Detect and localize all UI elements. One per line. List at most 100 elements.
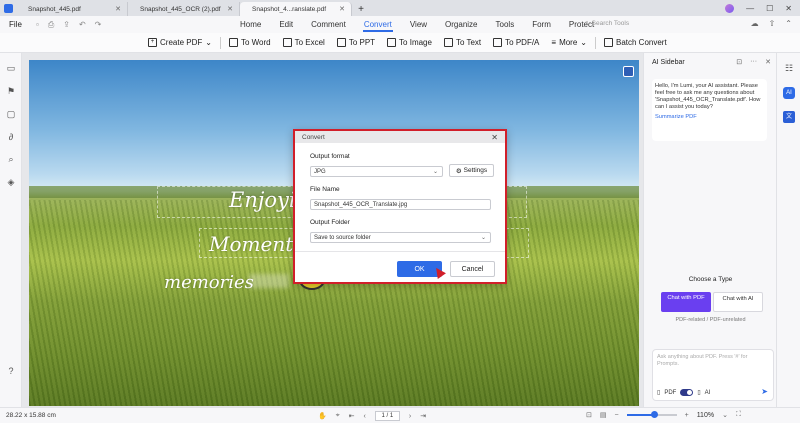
- output-format-select[interactable]: JPG ⌄: [310, 166, 443, 177]
- settings-button[interactable]: ⚙ Settings: [449, 164, 494, 177]
- tab-document-2[interactable]: Snapshot_445_OCR (2).pdf ✕: [128, 2, 240, 16]
- share-icon[interactable]: ⇪: [63, 20, 70, 30]
- fullscreen-icon[interactable]: ⛶: [736, 411, 741, 419]
- more-options-icon[interactable]: ···: [750, 58, 757, 66]
- search-tools[interactable]: ⌕ Search Tools: [585, 19, 629, 27]
- menu-convert[interactable]: Convert: [355, 16, 401, 33]
- ai-greeting-message: Hello, I'm Lumi, your AI assistant. Plea…: [652, 79, 767, 141]
- ask-input-box[interactable]: Ask anything about PDF. Press '#' for Pr…: [652, 349, 774, 401]
- zoom-out-icon[interactable]: −: [615, 412, 619, 419]
- first-page-icon[interactable]: ⇤: [349, 412, 355, 420]
- translate-icon[interactable]: 文: [783, 111, 795, 123]
- attachment-icon[interactable]: ∂: [6, 132, 16, 142]
- document-viewer[interactable]: Enjoyin Moments memories Convert ✕ Outpu…: [22, 53, 643, 407]
- chevron-down-icon[interactable]: ⌄: [722, 411, 728, 419]
- ai-assistant-icon[interactable]: AI: [783, 87, 795, 99]
- fit-page-icon[interactable]: ⊡: [586, 411, 592, 419]
- to-text-button[interactable]: To Text: [438, 35, 487, 51]
- more-button[interactable]: ≡ More ⌄: [545, 35, 593, 51]
- chat-with-pdf-button[interactable]: Chat with PDF: [661, 292, 711, 312]
- avatar[interactable]: [725, 3, 735, 13]
- to-pdfa-label: To PDF/A: [505, 38, 540, 47]
- save-icon[interactable]: ▫: [36, 20, 39, 30]
- collapse-icon[interactable]: ⌃: [785, 19, 792, 28]
- new-tab-button[interactable]: +: [352, 2, 370, 16]
- close-window-icon[interactable]: ✕: [785, 4, 792, 13]
- menu-organize[interactable]: Organize: [436, 16, 486, 33]
- file-name-field[interactable]: Snapshot_445_OCR_Translate.jpg: [310, 199, 491, 210]
- file-menu[interactable]: File: [0, 20, 30, 29]
- print-icon[interactable]: ⎙: [48, 20, 54, 30]
- page-thumbnails-icon[interactable]: ▭: [6, 63, 16, 73]
- summarize-pdf-link[interactable]: Summarize PDF: [655, 114, 764, 121]
- page-text-line-2: Moments: [209, 232, 304, 256]
- chat-with-ai-button[interactable]: Chat with AI: [713, 292, 763, 312]
- close-icon[interactable]: ✕: [339, 5, 345, 13]
- more-label: More: [559, 38, 578, 47]
- zoom-slider[interactable]: [626, 411, 677, 418]
- image-icon: [387, 38, 397, 47]
- help-icon[interactable]: ?: [6, 366, 16, 376]
- layers-icon[interactable]: ◈: [6, 177, 16, 187]
- send-icon[interactable]: ➤: [761, 387, 768, 396]
- ask-input-placeholder: Ask anything about PDF. Press '#' for Pr…: [657, 354, 748, 367]
- zoom-slider-knob[interactable]: [651, 411, 659, 418]
- chevron-down-icon: ⌄: [432, 169, 438, 175]
- next-page-icon[interactable]: ›: [409, 413, 411, 420]
- prev-page-icon[interactable]: ‹: [364, 413, 366, 420]
- menu-edit[interactable]: Edit: [270, 16, 302, 33]
- output-format-value: JPG: [314, 169, 326, 175]
- page-number-field[interactable]: 1 / 1: [374, 411, 400, 421]
- to-image-button[interactable]: To Image: [381, 35, 438, 51]
- close-icon[interactable]: ✕: [227, 5, 233, 13]
- tab-document-1[interactable]: Snapshot_445.pdf ✕: [16, 2, 128, 16]
- ai-greeting-text: Hello, I'm Lumi, your AI assistant. Plea…: [655, 83, 761, 110]
- settings-label: Settings: [463, 167, 488, 174]
- menu-tools[interactable]: Tools: [487, 16, 524, 33]
- ai-mode-icon: ▯: [697, 390, 701, 396]
- pdf-ai-toggle[interactable]: [680, 389, 694, 396]
- menu-comment[interactable]: Comment: [302, 16, 355, 33]
- dialog-title: Convert: [302, 133, 325, 141]
- close-icon[interactable]: ✕: [491, 133, 498, 142]
- to-excel-button[interactable]: To Excel: [277, 35, 331, 51]
- select-tool-icon[interactable]: ⌖: [336, 412, 340, 420]
- app-logo-icon: [0, 0, 16, 16]
- output-folder-select[interactable]: Save to source folder ⌄: [310, 232, 491, 243]
- ppt-icon: [336, 38, 346, 47]
- convert-toolbar: + Create PDF ⌄ To Word To Excel To PPT T…: [0, 33, 800, 53]
- menu-view[interactable]: View: [401, 16, 436, 33]
- zoom-slider-fill: [626, 414, 655, 416]
- page-ai-tool-icon[interactable]: [623, 66, 634, 77]
- search-tools-placeholder: Search Tools: [591, 19, 630, 27]
- history-icon[interactable]: ⊡: [736, 58, 742, 66]
- page-view-icon[interactable]: ▤: [600, 411, 607, 419]
- undo-icon[interactable]: ↶: [79, 20, 86, 30]
- minimize-icon[interactable]: —: [746, 4, 754, 13]
- bookmark-icon[interactable]: ⚑: [6, 86, 16, 96]
- search-icon[interactable]: ⌕: [6, 154, 16, 164]
- tab-document-3[interactable]: Snapshot_4...ranslate.pdf ✕: [240, 2, 352, 16]
- to-word-button[interactable]: To Word: [223, 35, 277, 51]
- close-icon[interactable]: ✕: [115, 5, 121, 13]
- menu-home[interactable]: Home: [231, 16, 270, 33]
- to-ppt-button[interactable]: To PPT: [331, 35, 381, 51]
- properties-icon[interactable]: ☷: [784, 63, 794, 73]
- upload-icon[interactable]: ⇧: [769, 19, 776, 28]
- batch-convert-label: Batch Convert: [616, 38, 667, 47]
- page-text-line-3: memories: [164, 272, 254, 293]
- maximize-icon[interactable]: ☐: [766, 4, 773, 13]
- batch-convert-button[interactable]: Batch Convert: [598, 35, 673, 51]
- to-pdfa-button[interactable]: To PDF/A: [487, 35, 545, 51]
- hand-tool-icon[interactable]: ✋: [318, 412, 327, 420]
- zoom-level[interactable]: 110%: [697, 412, 714, 419]
- comment-icon[interactable]: ▢: [6, 109, 16, 119]
- cancel-button[interactable]: Cancel: [450, 261, 495, 277]
- menu-form[interactable]: Form: [523, 16, 560, 33]
- last-page-icon[interactable]: ⇥: [420, 412, 426, 420]
- zoom-in-icon[interactable]: +: [685, 412, 689, 419]
- redo-icon[interactable]: ↷: [95, 20, 102, 30]
- close-icon[interactable]: ✕: [765, 58, 771, 66]
- create-pdf-button[interactable]: + Create PDF ⌄: [142, 35, 218, 51]
- cloud-icon[interactable]: ☁: [751, 19, 759, 28]
